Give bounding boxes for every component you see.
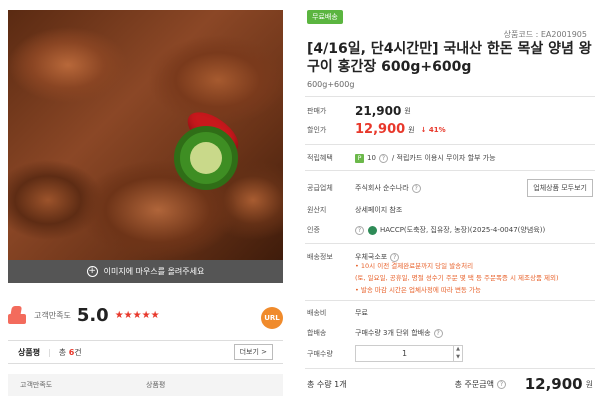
product-title: [4/16일, 단4시간만] 국내산 한돈 목살 양념 왕구이 홍간장 600g… [307,41,592,75]
points-value: 10 [367,154,376,162]
sale-price-label: 할인가 [307,125,327,134]
quantity-stepper[interactable]: 1 ▲ ▼ [355,345,463,362]
more-reviews-button[interactable]: 더보기 > [233,344,273,360]
tab-separator: | [48,347,51,357]
review-count: 총 6건 [59,347,82,358]
certification-label: 인증 [307,226,320,234]
quantity-arrows: ▲ ▼ [453,346,462,361]
bundle-shipping-label: 합배송 [307,329,327,337]
original-price-currency: 원 [404,107,411,115]
quantity-label: 구매수량 [307,349,333,358]
help-icon[interactable]: ? [496,379,506,389]
total-quantity: 총 수량 1개 [307,379,347,389]
divider [305,300,595,301]
total-currency: 원 [585,379,593,389]
shipping-label: 배송정보 [307,253,333,261]
points-row: 적립혜택 P 10 ? / 적립카드 이용시 무이자 할부 가능 [307,153,593,163]
origin-value: 상세페이지 참조 [355,206,403,214]
order-total-row: 총 수량 1개 총 주문금액 ? 12,900 원 [307,375,593,393]
rating-score: 5.0 [76,304,109,326]
origin-label: 원산지 [307,206,327,214]
view-supplier-products-button[interactable]: 업체상품 모두보기 [527,179,593,197]
product-code: 상품코드 : EA2001905 [503,30,587,39]
quantity-input[interactable]: 1 [356,349,453,358]
customer-rating: 고객만족도 5.0 ★★★★★ [8,304,160,326]
total-amount: 12,900 [524,375,583,393]
shipping-notes: • 10시 이전 결제완료분까지 당일 발송처리 (토, 일요일, 공휴일, 명… [355,260,559,296]
total-amount-label: 총 주문금액 [454,379,494,389]
thumbs-up-icon [8,304,28,326]
discount-rate: ↓ 41% [420,125,446,134]
plus-circle-icon: + [86,266,98,277]
decrease-arrow-icon[interactable]: ▼ [454,354,462,362]
points-note: / 적립카드 이용시 무이자 할부 가능 [391,154,496,162]
green-pepper-shape [174,126,238,190]
haccp-icon [368,225,377,235]
help-icon[interactable]: ? [411,183,421,193]
shipping-note: • 10시 이전 결제완료분까지 당일 발송처리 [355,262,474,270]
rating-label: 고객만족도 [34,310,71,320]
divider [305,243,595,244]
product-info: 무료배송 상품코드 : EA2001905 [4/16일, 단4시간만] 국내산… [305,0,595,402]
image-zoom-hint: 이미지에 마우스를 올려주세요 [103,267,205,276]
increase-arrow-icon[interactable]: ▲ [454,346,462,354]
help-icon[interactable]: ? [378,153,388,163]
column-header-satisfaction: 고객만족도 [20,381,53,389]
supplier-label: 공급업체 [307,184,333,192]
shipping-note: (토, 일요일, 공휴일, 명절 성수기 주문 몇 택 등 주문폭증 시 제조상… [355,274,559,282]
divider [305,368,595,369]
free-shipping-badge: 무료배송 [307,10,343,24]
divider [305,96,595,97]
sale-price-row: 할인가 12,900 원 ↓ 41% [307,122,593,137]
help-icon[interactable]: ? [433,328,443,338]
column-header-review: 상품평 [146,381,166,389]
image-zoom-bar[interactable]: + 이미지에 마우스를 올려주세요 [8,260,283,283]
point-icon: P [355,153,364,163]
original-price-row: 판매가 21,900 원 [307,104,593,118]
product-subtitle: 600g+600g [307,80,355,89]
review-count-suffix: 건 [74,347,82,357]
original-price: 21,900 [355,104,402,118]
shipping-note: • 발송 마감 시간은 업체사정에 따라 변동 가능 [355,286,481,294]
quantity-row: 구매수량 1 ▲ ▼ [307,345,593,362]
shipping-fee-row: 배송비 무료 [307,308,593,318]
product-image[interactable] [8,10,283,260]
review-tab-bar: 상품평 | 총 6건 더보기 > [8,340,283,364]
divider [305,144,595,145]
certification-row: 인증 ? HACCP(도축장, 집유장, 농장)(2025-4-0047(양념육… [307,225,593,235]
bundle-shipping-value: 구매수량 3개 단위 합배송 [355,329,431,337]
sale-price-currency: 원 [408,125,415,134]
bundle-shipping-row: 합배송 구매수량 3개 단위 합배송 ? [307,328,593,338]
product-gallery: + 이미지에 마우스를 올려주세요 고객만족도 5.0 ★★★★★ URL 상품… [0,0,287,402]
help-icon[interactable]: ? [355,225,364,235]
shipping-fee-label: 배송비 [307,309,327,317]
star-rating-icon: ★★★★★ [114,309,160,321]
review-table-header: 고객만족도 상품평 [8,374,283,396]
points-label: 적립혜택 [307,154,333,162]
divider [305,170,595,171]
origin-row: 원산지 상세페이지 참조 [307,205,593,215]
supplier-name: 주식회사 순수나라 [355,184,409,192]
original-price-label: 판매가 [307,107,327,115]
tab-reviews[interactable]: 상품평 [18,347,40,358]
shipping-fee-value: 무료 [355,309,368,317]
review-count-prefix: 총 [58,347,67,357]
certification-value: HACCP(도축장, 집유장, 농장)(2025-4-0047(양념육)) [380,226,546,234]
sale-price: 12,900 [355,122,406,137]
url-copy-button[interactable]: URL [261,307,283,329]
supplier-row: 공급업체 주식회사 순수나라 ? 업체상품 모두보기 [307,179,593,197]
